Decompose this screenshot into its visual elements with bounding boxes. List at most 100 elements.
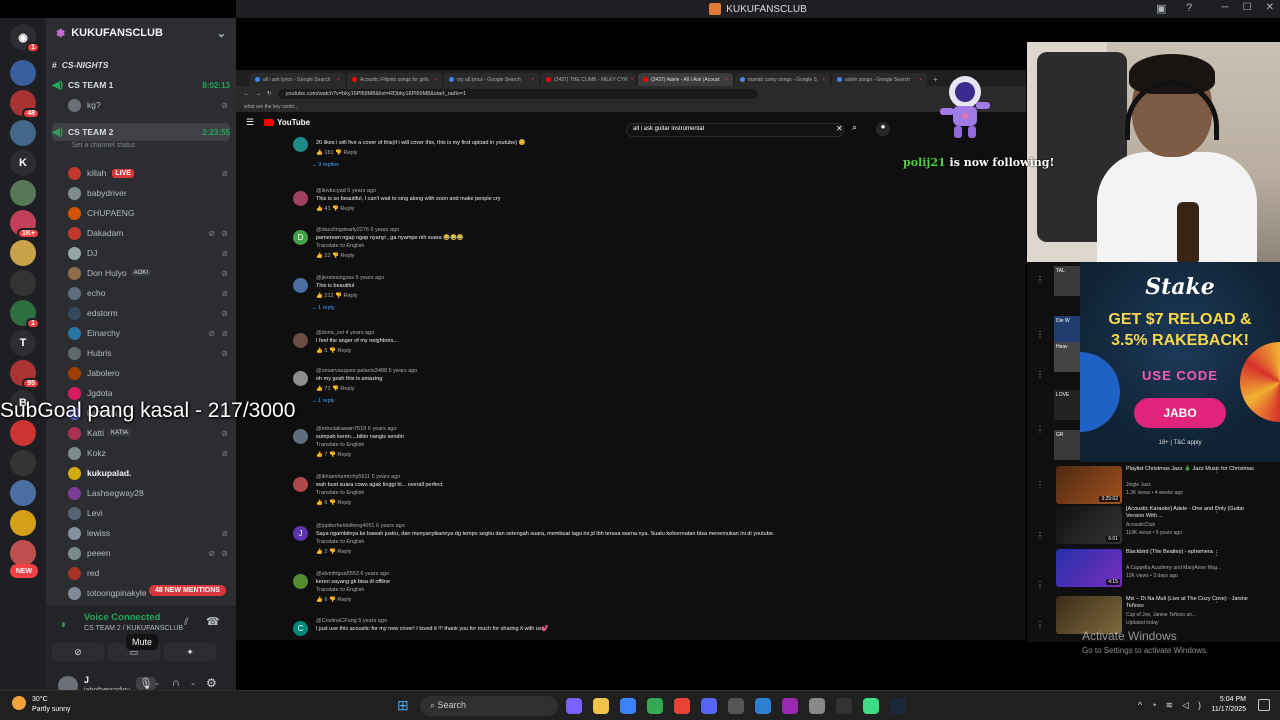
more-icon[interactable]: ⋮ <box>1036 370 1044 379</box>
reply-button[interactable]: Reply <box>343 293 357 299</box>
reply-button[interactable]: Reply <box>343 150 357 156</box>
reply-button[interactable]: Reply <box>340 386 354 392</box>
comment-author[interactable]: @alvinfrigua5553 6 years ago <box>316 571 389 577</box>
chevron-down-icon[interactable]: ⌄ <box>154 679 160 687</box>
noise-suppression-icon[interactable]: ⫽ <box>184 617 188 628</box>
voice-member[interactable]: Don Hulyo AOKI ⊘ <box>68 264 230 282</box>
bookmark-item[interactable]: what are the key contri... <box>244 104 298 110</box>
stake-ad[interactable]: Stake GET $7 RELOAD & 3.5% RAKEBACK! USE … <box>1080 262 1280 462</box>
dislike-icon[interactable]: 👎 <box>327 500 337 506</box>
server-icon[interactable] <box>10 270 36 296</box>
back-icon[interactable]: ← <box>244 91 250 97</box>
dislike-icon[interactable]: 👎 <box>334 293 344 299</box>
recommended-video[interactable]: 3:25:02 Playlist Christmas Jazz 🎄 Jazz Mu… <box>1056 466 1276 508</box>
chrome-icon[interactable] <box>647 698 663 714</box>
video-title[interactable]: Playlist Christmas Jazz 🎄 Jazz Music for… <box>1126 466 1261 473</box>
partial-thumbnail[interactable]: TAL <box>1054 266 1080 296</box>
reply-button[interactable]: Reply <box>340 253 354 259</box>
server-icon[interactable]: 48 <box>10 90 40 119</box>
voice-member[interactable]: Kokz ⊘ <box>68 444 230 462</box>
reply-button[interactable]: Reply <box>337 597 351 603</box>
voice-member[interactable]: Lashsegway28 <box>68 484 230 502</box>
maximize-icon[interactable]: ☐ <box>1243 2 1252 13</box>
partial-thumbnail[interactable]: Heav <box>1054 342 1080 372</box>
partial-thumbnail[interactable]: GR <box>1054 430 1080 460</box>
tab-close-icon[interactable]: × <box>337 77 340 83</box>
disconnect-icon[interactable]: ☎ <box>206 615 220 628</box>
voice-member[interactable]: Dakadam ⊘ ⊘ <box>68 224 230 242</box>
server-icon[interactable] <box>10 420 36 446</box>
notification-icon[interactable] <box>1258 699 1270 711</box>
browser-tab[interactable]: (3437) Adele - All I Ask (Acoust × <box>638 73 733 86</box>
avatar[interactable] <box>293 371 308 386</box>
more-icon[interactable]: ⋮ <box>1036 580 1044 589</box>
chrome-icon[interactable] <box>620 698 636 714</box>
clear-search-icon[interactable]: ✕ <box>836 124 843 133</box>
more-icon[interactable]: ⋮ <box>1036 330 1044 339</box>
youtube-search-input[interactable]: all i ask guitar instrumental <box>626 123 844 137</box>
video-title[interactable]: Mix – Di Na Muli (Live at The Cozy Cove)… <box>1126 596 1261 611</box>
activities-button[interactable]: ✦ <box>164 643 216 661</box>
browser-tab[interactable]: my all lyrics - Google Search × <box>444 73 539 86</box>
comment-author[interactable]: @edoctakawan7518 6 years ago <box>316 426 397 432</box>
tab-close-icon[interactable]: × <box>822 77 825 83</box>
dislike-icon[interactable]: 👎 <box>327 452 337 458</box>
recommended-video[interactable]: 6:01 [Acoustic Karaoke] Adele - One and O… <box>1056 506 1276 548</box>
translate-link[interactable]: Translate to English <box>316 587 364 593</box>
guild-header[interactable]: ✽ KUKUFANSCLUB ⌄ <box>46 18 236 48</box>
photos-icon[interactable] <box>755 698 771 714</box>
voice-connected-label[interactable]: Voice Connected <box>84 612 160 623</box>
discord-home-icon[interactable]: ◉ 1 <box>10 24 40 53</box>
server-icon[interactable] <box>10 510 36 536</box>
server-icon[interactable]: 1K+ <box>10 210 40 239</box>
server-icon[interactable] <box>10 240 36 266</box>
discord-icon[interactable] <box>701 698 717 714</box>
dislike-icon[interactable]: 👎 <box>327 549 337 555</box>
voice-member[interactable]: edstorm ⊘ <box>68 304 230 322</box>
server-icon[interactable]: 1 <box>10 300 40 329</box>
network-icon[interactable]: ◔ <box>1151 700 1165 710</box>
dislike-icon[interactable]: 👎 <box>331 253 341 259</box>
file-explorer-icon[interactable] <box>593 698 609 714</box>
ad-code-button[interactable]: JABO <box>1134 398 1226 428</box>
reply-button[interactable]: Reply <box>340 206 354 212</box>
terminal-icon[interactable] <box>836 698 852 714</box>
server-icon[interactable] <box>10 450 36 476</box>
more-icon[interactable]: ⋮ <box>1213 466 1220 474</box>
comment-author[interactable]: @CristinaCFung 5 years ago <box>316 618 387 624</box>
minimize-icon[interactable]: ─ <box>1222 2 1229 13</box>
voice-member[interactable]: DJ ⊘ <box>68 244 230 262</box>
voice-member[interactable]: red <box>68 564 230 582</box>
reply-button[interactable]: Reply <box>337 549 351 555</box>
close-icon[interactable]: ✕ <box>1266 2 1274 13</box>
voice-member[interactable]: killah LIVE ⊘ <box>68 164 230 182</box>
url-field[interactable]: youtube.com/watch?v=bky16Pl69M8&list=RDb… <box>277 89 758 99</box>
voice-member[interactable]: Jabolero <box>68 364 230 382</box>
comment-author[interactable]: @jupiterheidelberg4051 6 years ago <box>316 523 405 529</box>
comment-author[interactable]: @jessiesingsss 5 years ago <box>316 275 384 281</box>
replies-toggle[interactable]: ⌄ 1 reply <box>312 305 335 311</box>
gear-icon[interactable]: ⚙ <box>206 676 217 690</box>
translate-link[interactable]: Translate to English <box>316 442 364 448</box>
more-icon[interactable]: ⋮ <box>1213 549 1220 557</box>
more-icon[interactable]: ⋮ <box>1036 620 1044 629</box>
partial-thumbnail[interactable]: LOVE <box>1054 390 1080 420</box>
snipping-tool-icon[interactable] <box>809 698 825 714</box>
translate-link[interactable]: Translate to English <box>316 490 364 496</box>
server-icon[interactable] <box>10 180 36 206</box>
voice-channel-path[interactable]: CS TEAM 2 / KUKUFANSCLUB <box>84 625 183 632</box>
recommended-video[interactable]: 4:15 Blackbird (The Beatles) - ephemera A … <box>1056 549 1276 591</box>
server-icon[interactable] <box>10 60 36 86</box>
chevron-down-icon[interactable]: ⌄ <box>190 679 196 687</box>
avatar[interactable] <box>293 191 308 206</box>
more-icon[interactable]: ⋮ <box>1213 596 1220 604</box>
forward-icon[interactable]: → <box>256 91 262 97</box>
avatar[interactable]: J <box>293 526 308 541</box>
chevron-up-icon[interactable]: ^ <box>1138 700 1151 710</box>
server-icon[interactable]: 95 <box>10 360 40 389</box>
voice-member[interactable]: CHUPAENG <box>68 204 230 222</box>
server-icon[interactable]: K <box>10 150 36 176</box>
avatar[interactable] <box>293 137 308 152</box>
translate-link[interactable]: Translate to English <box>316 539 364 545</box>
video-channel[interactable]: Cup of Joe, Janine Teñoso an... <box>1126 612 1196 620</box>
